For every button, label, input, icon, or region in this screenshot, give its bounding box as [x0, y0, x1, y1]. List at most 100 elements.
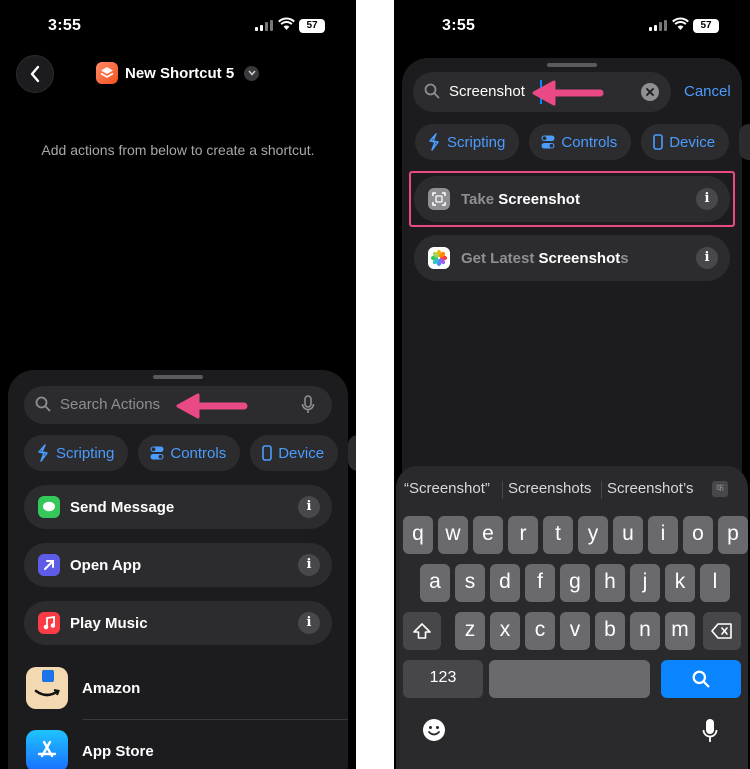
- key-w[interactable]: w: [438, 516, 468, 554]
- key-r[interactable]: r: [508, 516, 538, 554]
- shortcuts-app-icon: [96, 62, 118, 84]
- numbers-key[interactable]: 123: [403, 660, 483, 698]
- search-placeholder: Search Actions: [60, 396, 161, 413]
- key-k[interactable]: k: [665, 564, 695, 602]
- chip-device[interactable]: Device: [250, 435, 339, 471]
- search-results-screen: 3:55 57 Screenshot Cancel Scripting Cont…: [394, 0, 750, 769]
- chip-label: Device: [278, 444, 325, 462]
- phone-icon: [262, 445, 273, 461]
- app-label: App Store: [82, 742, 154, 760]
- status-time: 3:55: [48, 17, 82, 34]
- key-d[interactable]: d: [490, 564, 520, 602]
- search-icon: [692, 670, 710, 688]
- scripting-icon: [429, 133, 439, 151]
- key-t[interactable]: t: [543, 516, 573, 554]
- suggestion-2[interactable]: Screenshots: [508, 480, 591, 497]
- key-e[interactable]: e: [473, 516, 503, 554]
- key-x[interactable]: x: [490, 612, 520, 650]
- key-h[interactable]: h: [595, 564, 625, 602]
- space-key[interactable]: [489, 660, 650, 698]
- messages-icon: [38, 496, 60, 518]
- key-i[interactable]: i: [648, 516, 678, 554]
- key-n[interactable]: n: [630, 612, 660, 650]
- chip-more[interactable]: [348, 435, 356, 471]
- chip-label: Controls: [170, 444, 227, 462]
- open-app-icon: [38, 554, 60, 576]
- app-app-store[interactable]: App Store: [26, 730, 336, 769]
- keyboard: “Screenshot” Screenshots Screenshot’s क …: [396, 466, 748, 769]
- actions-sheet: Search Actions Scripting Controls Device…: [8, 370, 356, 769]
- chip-scripting[interactable]: Scripting: [24, 435, 129, 471]
- shift-key[interactable]: [403, 612, 441, 650]
- key-s[interactable]: s: [455, 564, 485, 602]
- search-icon: [35, 396, 51, 412]
- key-q[interactable]: q: [403, 516, 433, 554]
- info-icon[interactable]: i: [696, 247, 718, 269]
- dictation-icon[interactable]: [702, 718, 718, 744]
- search-icon: [424, 83, 440, 99]
- key-g[interactable]: g: [560, 564, 590, 602]
- key-u[interactable]: u: [613, 516, 643, 554]
- wifi-icon: [278, 17, 295, 30]
- annotation-arrow: [532, 80, 604, 106]
- shortcut-title-menu[interactable]: New Shortcut 5: [96, 62, 260, 84]
- key-c[interactable]: c: [525, 612, 555, 650]
- key-b[interactable]: b: [595, 612, 625, 650]
- delete-key[interactable]: [703, 612, 741, 650]
- microphone-icon[interactable]: [301, 395, 315, 415]
- result-take-screenshot[interactable]: Take Screenshot i: [414, 176, 730, 222]
- info-icon[interactable]: i: [298, 612, 320, 634]
- suggestion-3[interactable]: Screenshot’s: [607, 480, 693, 497]
- key-f[interactable]: f: [525, 564, 555, 602]
- shift-icon: [413, 623, 431, 639]
- info-icon[interactable]: i: [298, 554, 320, 576]
- suggestion-1[interactable]: “Screenshot”: [404, 480, 490, 497]
- key-v[interactable]: v: [560, 612, 590, 650]
- scripting-icon: [38, 444, 48, 462]
- back-button[interactable]: [16, 55, 54, 93]
- action-play-music[interactable]: Play Music i: [24, 601, 332, 645]
- info-icon[interactable]: i: [696, 188, 718, 210]
- chip-scripting[interactable]: Scripting: [415, 124, 520, 160]
- clear-icon[interactable]: [641, 83, 659, 101]
- info-icon[interactable]: i: [298, 496, 320, 518]
- key-z[interactable]: z: [455, 612, 485, 650]
- emoji-icon[interactable]: [422, 718, 446, 742]
- key-j[interactable]: j: [630, 564, 660, 602]
- shortcut-editor-screen: 3:55 57 New Shortcut 5 Add actions from …: [0, 0, 356, 769]
- action-label: Play Music: [70, 614, 148, 632]
- chip-label: Scripting: [56, 444, 115, 462]
- key-p[interactable]: p: [718, 516, 748, 554]
- status-time: 3:55: [442, 17, 476, 34]
- action-send-message[interactable]: Send Message i: [24, 485, 332, 529]
- key-y[interactable]: y: [578, 516, 608, 554]
- action-label: Send Message: [70, 498, 175, 516]
- key-l[interactable]: l: [700, 564, 730, 602]
- chip-label: Controls: [561, 133, 618, 151]
- screenshot-icon: [428, 188, 450, 210]
- battery-indicator: 57: [693, 19, 719, 33]
- key-o[interactable]: o: [683, 516, 713, 554]
- shortcut-title: New Shortcut 5: [125, 64, 235, 82]
- chip-controls[interactable]: Controls: [529, 124, 632, 160]
- battery-indicator: 57: [299, 19, 325, 33]
- key-m[interactable]: m: [665, 612, 695, 650]
- action-label: Open App: [70, 556, 142, 574]
- phone-icon: [653, 134, 664, 150]
- result-get-latest-screenshots[interactable]: Get Latest Screenshots i: [414, 235, 730, 281]
- chip-device[interactable]: Device: [641, 124, 730, 160]
- result-label: Take Screenshot: [461, 190, 580, 208]
- chip-more[interactable]: [739, 124, 750, 160]
- search-value: Screenshot: [449, 83, 525, 100]
- app-amazon[interactable]: Amazon: [26, 667, 336, 709]
- cancel-button[interactable]: Cancel: [684, 83, 731, 100]
- photos-icon: [428, 247, 450, 269]
- toggles-icon: [150, 446, 164, 460]
- chip-controls[interactable]: Controls: [138, 435, 241, 471]
- action-open-app[interactable]: Open App i: [24, 543, 332, 587]
- sheet-grabber[interactable]: [153, 375, 203, 379]
- sheet-grabber[interactable]: [547, 63, 597, 67]
- toggles-icon: [541, 135, 555, 149]
- key-a[interactable]: a: [420, 564, 450, 602]
- search-key[interactable]: [661, 660, 741, 698]
